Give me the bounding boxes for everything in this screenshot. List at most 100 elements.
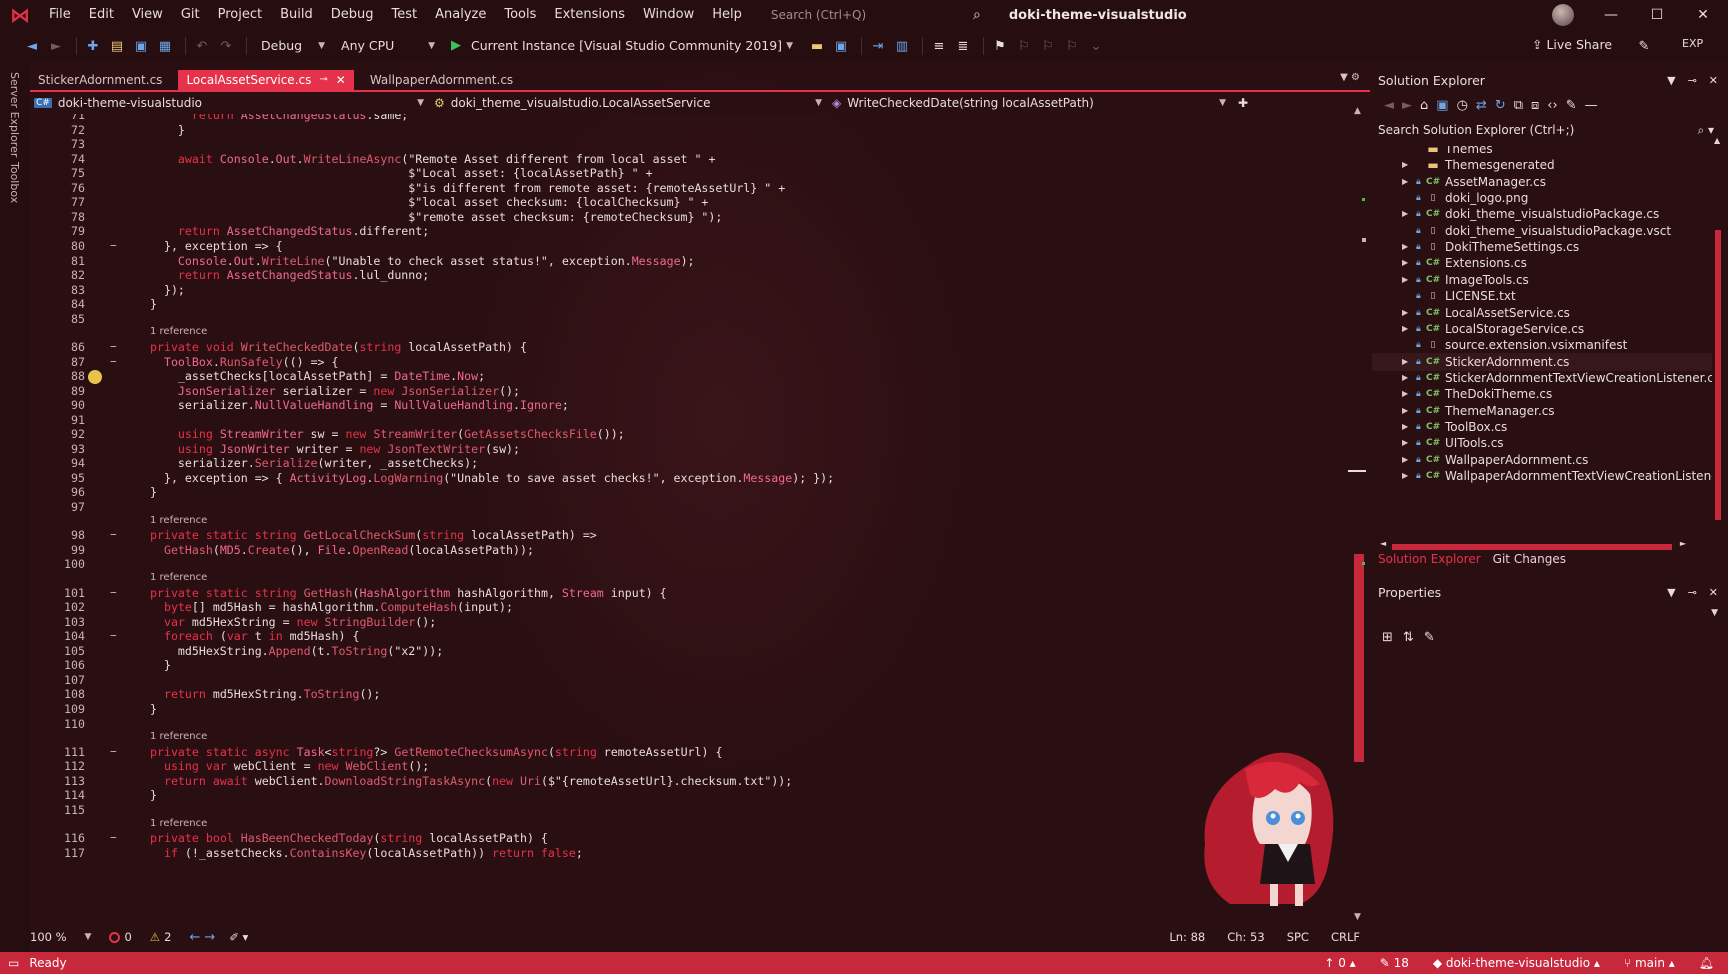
forward-icon[interactable]: ► xyxy=(1402,98,1412,113)
solution-tree-scrollbar[interactable]: ▲ xyxy=(1712,136,1724,528)
expand-icon[interactable]: ▶ xyxy=(1402,304,1408,322)
prev-bookmark-icon[interactable]: ⚐ xyxy=(1014,36,1034,56)
menu-view[interactable]: View xyxy=(123,0,172,30)
menu-debug[interactable]: Debug xyxy=(322,0,383,30)
expand-icon[interactable]: ▶ xyxy=(1402,434,1408,452)
toolbox-tab[interactable]: Toolbox xyxy=(8,162,21,203)
expand-icon[interactable]: ▶ xyxy=(1402,385,1408,403)
tree-item[interactable]: 🔒︎ ▯ doki_theme_visualstudioPackage.vsct xyxy=(1372,222,1712,240)
tab-sticker-adornment[interactable]: StickerAdornment.cs xyxy=(30,70,170,90)
reference-count[interactable]: 1 reference xyxy=(150,326,207,337)
view-code-icon[interactable]: ‹› xyxy=(1547,98,1557,113)
property-pages-icon[interactable]: ✎ xyxy=(1424,630,1435,645)
lightbulb-icon[interactable] xyxy=(88,370,102,385)
branch-selector[interactable]: ⑂ main ▴ xyxy=(1624,956,1675,970)
search-input[interactable]: Search (Ctrl+Q) xyxy=(765,4,965,26)
expand-icon[interactable]: ▶ xyxy=(1402,173,1408,191)
navigate-icon[interactable]: ⇥ xyxy=(868,36,888,56)
save-icon[interactable]: ▣ xyxy=(131,36,151,56)
tree-item[interactable]: ▶ 🔒︎ C# AssetManager.cs xyxy=(1372,173,1712,191)
menu-project[interactable]: Project xyxy=(209,0,271,30)
menu-git[interactable]: Git xyxy=(172,0,209,30)
expand-icon[interactable]: ▶ xyxy=(1402,205,1408,223)
close-icon[interactable]: ✕ xyxy=(1680,0,1726,30)
expand-icon[interactable]: ▶ xyxy=(1402,156,1408,174)
brush-icon[interactable]: ✐ ▾ xyxy=(229,930,248,944)
class-dropdown[interactable]: ⚙ doki_theme_visualstudio.LocalAssetServ… xyxy=(430,92,828,114)
solution-search-input[interactable]: Search Solution Explorer (Ctrl+;) ⌕ ▾ xyxy=(1372,118,1728,142)
collapse-all-icon[interactable]: ⧉ xyxy=(1514,98,1523,113)
search-icon[interactable]: ⌕ xyxy=(965,7,989,23)
expand-icon[interactable]: ▶ xyxy=(1402,353,1408,371)
menu-analyze[interactable]: Analyze xyxy=(426,0,495,30)
new-project-icon[interactable]: ✚ xyxy=(83,36,103,56)
expand-icon[interactable]: ▶ xyxy=(1402,402,1408,420)
scrollbar-thumb[interactable] xyxy=(1354,554,1364,762)
column-number[interactable]: Ch: 53 xyxy=(1227,930,1264,944)
close-icon[interactable]: ✕ xyxy=(1709,586,1718,599)
tree-item[interactable]: ▶ 🔒︎ C# ImageTools.cs xyxy=(1372,271,1712,289)
tree-item[interactable]: ▶ 🔒︎ C# ToolBox.cs xyxy=(1372,418,1712,436)
previous-issue-icon[interactable]: ← xyxy=(189,930,200,945)
expand-icon[interactable]: ▶ xyxy=(1402,320,1408,338)
tab-overflow-icon[interactable]: ▼ ⚙ xyxy=(1340,72,1360,83)
sync-icon[interactable]: ⇄ xyxy=(1476,98,1487,113)
tree-item[interactable]: ▶ 🔒︎ C# Extensions.cs xyxy=(1372,254,1712,272)
reference-count[interactable]: 1 reference xyxy=(150,515,207,526)
expand-icon[interactable]: ▶ xyxy=(1402,418,1408,436)
collapse-icon[interactable]: − xyxy=(110,239,117,252)
scrollbar-thumb[interactable] xyxy=(1392,544,1672,550)
menu-file[interactable]: File xyxy=(40,0,80,30)
indent-icon[interactable]: ≡ xyxy=(929,36,949,56)
exp-badge[interactable]: EXP xyxy=(1682,37,1703,50)
expand-icon[interactable]: ▶ xyxy=(1402,369,1408,387)
run-button[interactable]: ▶ Current Instance [Visual Studio Commun… xyxy=(443,35,801,57)
split-icon[interactable]: ✚ xyxy=(1238,96,1248,110)
notification-icon[interactable]: 🔔︎ xyxy=(1699,956,1714,970)
tree-item[interactable]: 🔒︎ ▯ LICENSE.txt xyxy=(1372,287,1712,305)
avatar[interactable] xyxy=(1552,4,1574,26)
dropdown-icon[interactable]: ▼ xyxy=(1667,74,1675,87)
minimize-icon[interactable]: — xyxy=(1588,0,1634,30)
warning-count[interactable]: ⚠ 2 xyxy=(150,930,172,944)
properties-dropdown-icon[interactable]: ▼ xyxy=(1711,608,1718,618)
configuration-dropdown[interactable]: Debug ▼ xyxy=(253,35,333,57)
repository-selector[interactable]: ◆ doki-theme-visualstudio ▴ xyxy=(1433,956,1600,970)
collapse-icon[interactable]: − xyxy=(110,629,117,642)
tree-item[interactable]: ▶ 🔒︎ C# ThemeManager.cs xyxy=(1372,402,1712,420)
redo-icon[interactable]: ↷ xyxy=(216,36,236,56)
scrollbar-thumb[interactable] xyxy=(1715,230,1721,520)
tree-item[interactable]: ▶ 🔒︎ C# WallpaperAdornmentTextViewCreationL… xyxy=(1372,467,1712,485)
scroll-right-icon[interactable]: ► xyxy=(1680,539,1686,548)
line-number[interactable]: Ln: 88 xyxy=(1169,930,1205,944)
properties-icon[interactable]: ✎ xyxy=(1566,98,1577,113)
line-endings[interactable]: CRLF xyxy=(1331,930,1360,944)
code-editor[interactable]: 71 return AssetChangedStatus.same; 72 } 73… xyxy=(30,114,1350,932)
maximize-icon[interactable]: ☐ xyxy=(1634,0,1680,30)
expand-icon[interactable]: ▶ xyxy=(1402,467,1408,485)
tree-item[interactable]: ▶ 🔒︎ C# TheDokiTheme.cs xyxy=(1372,385,1712,403)
menu-test[interactable]: Test xyxy=(383,0,427,30)
solution-tree-hscrollbar[interactable]: ◄ ► xyxy=(1380,539,1686,552)
pending-changes[interactable]: ✎ 18 xyxy=(1380,956,1409,970)
tree-item[interactable]: ▶ 🔒︎ C# UITools.cs xyxy=(1372,434,1712,452)
server-explorer-tab[interactable]: Server Explorer xyxy=(8,72,21,157)
tree-item[interactable]: ▶ 🔒︎ C# LocalAssetService.cs xyxy=(1372,304,1712,322)
browser-icon[interactable]: ▣ xyxy=(831,36,851,56)
outdent-icon[interactable]: ≣ xyxy=(953,36,973,56)
expand-icon[interactable]: ▶ xyxy=(1402,238,1408,256)
tab-local-asset-service[interactable]: LocalAssetService.cs ⊸ ✕ xyxy=(178,70,354,90)
scroll-up-icon[interactable]: ▲ xyxy=(1354,106,1361,116)
tree-item[interactable]: ▶ 🔒︎ C# WallpaperAdornment.cs xyxy=(1372,451,1712,469)
tree-item[interactable]: ▶ 🔒︎ C# LocalStorageService.cs xyxy=(1372,320,1712,338)
platform-dropdown[interactable]: Any CPU ▼ xyxy=(333,35,443,57)
tab-git-changes[interactable]: Git Changes xyxy=(1493,552,1566,566)
menu-help[interactable]: Help xyxy=(703,0,751,30)
visual-studio-logo-icon[interactable]: ⋈ xyxy=(0,0,40,30)
expand-icon[interactable]: ▶ xyxy=(1402,271,1408,289)
clear-bookmark-icon[interactable]: ⚐ xyxy=(1062,36,1082,56)
scroll-up-icon[interactable]: ▲ xyxy=(1714,136,1720,145)
scroll-left-icon[interactable]: ◄ xyxy=(1380,539,1386,548)
menu-extensions[interactable]: Extensions xyxy=(545,0,634,30)
next-bookmark-icon[interactable]: ⚐ xyxy=(1038,36,1058,56)
